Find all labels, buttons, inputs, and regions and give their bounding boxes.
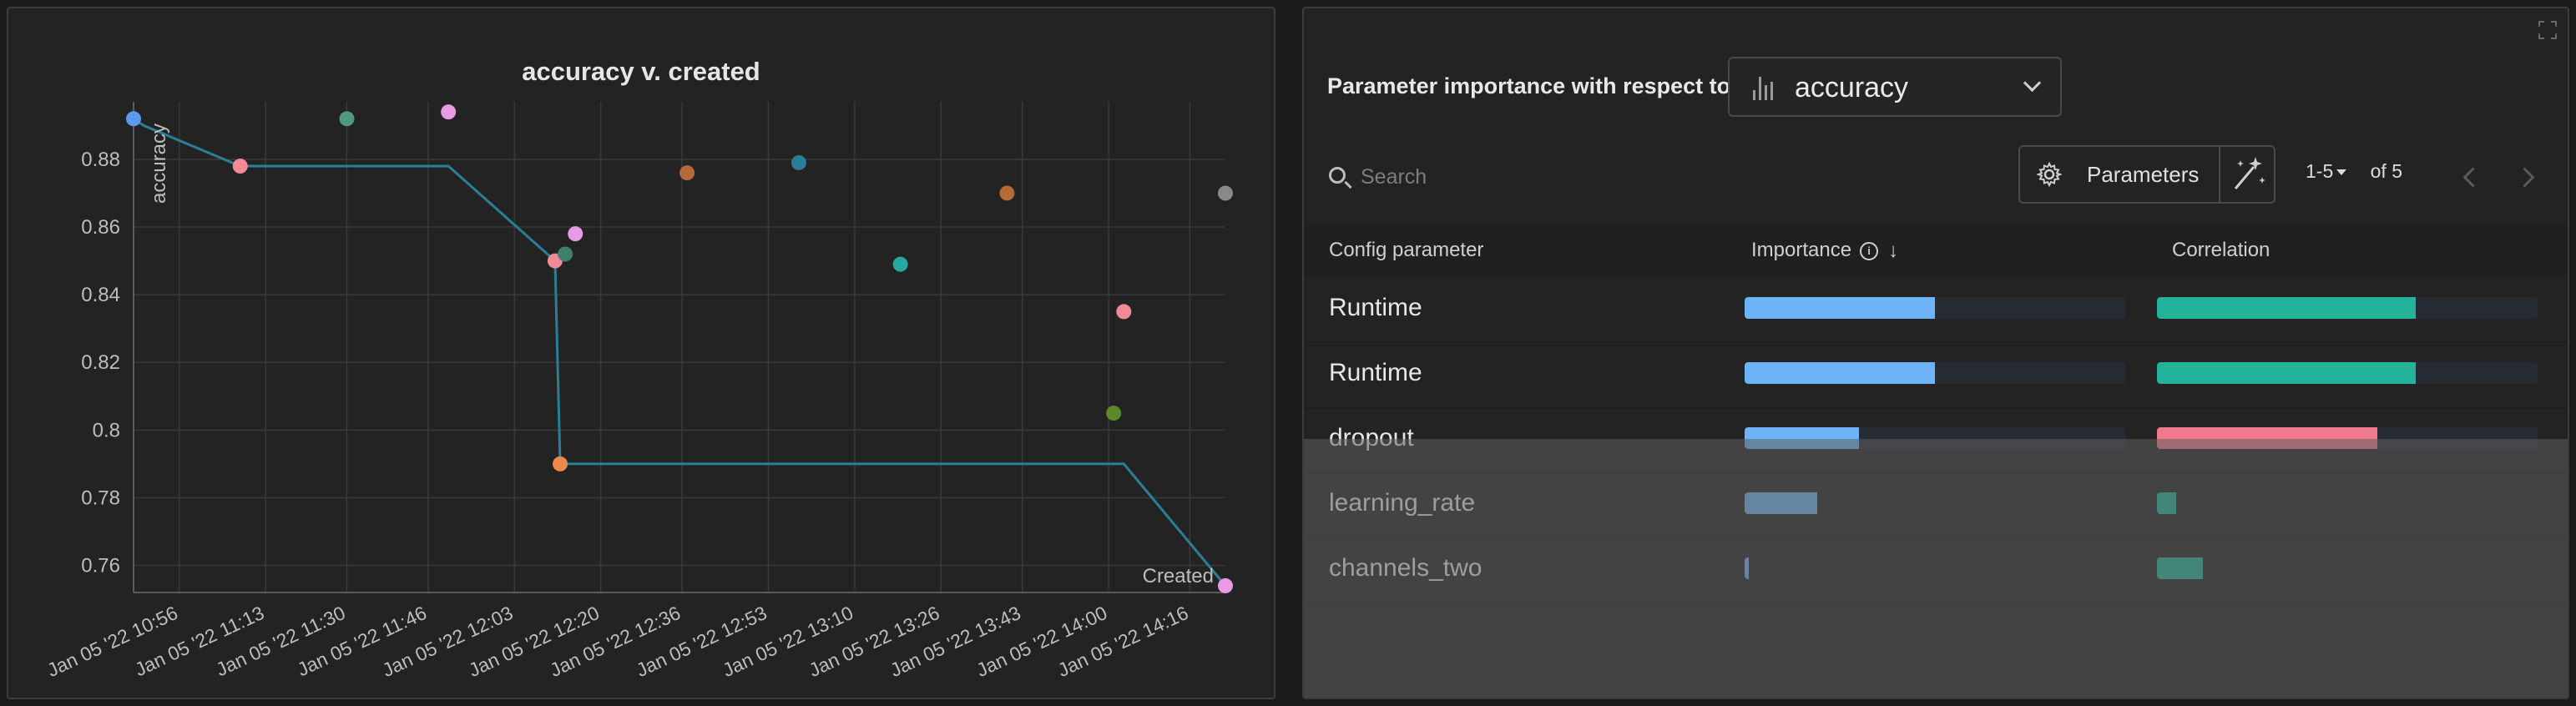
correlation-bar — [2157, 557, 2203, 579]
y-tick-label: 0.84 — [81, 284, 120, 306]
column-header-correlation[interactable]: Correlation — [2172, 239, 2270, 262]
metric-select[interactable]: accuracy — [1728, 57, 2062, 117]
column-header-importance[interactable]: Importance i ↓ — [1751, 239, 1898, 263]
data-point[interactable] — [1218, 185, 1233, 201]
chevron-down-icon — [2023, 73, 2042, 93]
y-tick-label: 0.76 — [81, 555, 120, 577]
table-header: Config parameter Importance i ↓ Correlatio… — [1304, 222, 2568, 277]
importance-bar-track — [1745, 427, 2125, 449]
data-point[interactable] — [1116, 304, 1132, 320]
importance-bar — [1745, 297, 1935, 319]
importance-bar-track — [1745, 557, 2125, 579]
correlation-bar — [2157, 362, 2417, 384]
page-size-select[interactable]: 1-5 — [2306, 160, 2347, 182]
data-point[interactable] — [126, 111, 141, 127]
correlation-bar-track — [2157, 362, 2538, 384]
parameter-name: Runtime — [1329, 359, 1422, 386]
best-accuracy-line — [133, 118, 1227, 587]
x-axis-label: Created — [1143, 565, 1214, 587]
correlation-bar — [2157, 297, 2417, 319]
parameter-name: dropout — [1329, 424, 1414, 451]
table-row: dropout — [1304, 407, 2568, 473]
data-point[interactable] — [1218, 577, 1233, 593]
table-row: channels_two — [1304, 537, 2568, 603]
correlation-bar — [2157, 427, 2378, 449]
data-point[interactable] — [441, 104, 457, 120]
importance-bar-track — [1745, 492, 2125, 514]
expand-icon[interactable] — [2538, 20, 2558, 40]
pagination: 1-5 of 5 — [2306, 160, 2402, 183]
chart-panel: accuracy v. created 0.76 0.78 0.8 0.82 0.84 0… — [7, 7, 1275, 699]
arrow-down-icon: ↓ — [1888, 239, 1899, 262]
next-page-icon[interactable] — [2514, 167, 2535, 188]
importance-bar — [1745, 427, 1859, 449]
importance-bar-track — [1745, 362, 2125, 384]
y-tick-label: 0.88 — [81, 149, 120, 171]
x-tick-labels: Jan 05 '22 10:56Jan 05 '22 11:13Jan 05 '… — [43, 602, 1191, 681]
page-range: 1-5 — [2306, 160, 2334, 182]
parameters-button-label: Parameters — [2087, 162, 2200, 187]
data-points[interactable] — [126, 104, 1233, 593]
correlation-bar — [2157, 492, 2176, 514]
y-tick-label: 0.8 — [93, 419, 120, 441]
table-row: Runtime — [1304, 277, 2568, 343]
parameter-name: learning_rate — [1329, 489, 1476, 517]
y-axis-label: accuracy — [148, 124, 170, 204]
prev-page-icon[interactable] — [2462, 167, 2483, 188]
chart-title: accuracy v. created — [522, 57, 760, 86]
caret-down-icon — [2336, 169, 2347, 176]
magic-wand-icon — [2234, 157, 2265, 189]
metric-select-value: accuracy — [1795, 72, 1909, 103]
y-tick-label: 0.86 — [81, 216, 120, 239]
data-point[interactable] — [339, 111, 355, 127]
data-point[interactable] — [553, 456, 568, 472]
column-header-parameter[interactable]: Config parameter — [1329, 239, 1483, 262]
correlation-bar-track — [2157, 557, 2538, 579]
y-tick-labels: 0.76 0.78 0.8 0.82 0.84 0.86 0.88 — [81, 149, 120, 577]
importance-header-label: Importance — [1751, 239, 1852, 261]
parameter-importance-panel: Parameter importance with respect to acc… — [1302, 7, 2569, 699]
gear-icon — [2037, 162, 2062, 187]
correlation-bar-track — [2157, 297, 2538, 319]
data-point[interactable] — [232, 159, 248, 174]
search-icon — [1329, 167, 1346, 184]
axes — [133, 102, 1225, 593]
page-total: of 5 — [2370, 160, 2403, 182]
importance-header-label: Parameter importance with respect to — [1327, 73, 1731, 98]
bar-chart-icon — [1753, 77, 1773, 100]
magic-wand-button[interactable] — [2220, 147, 2274, 202]
search-input[interactable] — [1359, 162, 1780, 192]
parameter-name: Runtime — [1329, 294, 1422, 321]
table-row: Runtime — [1304, 342, 2568, 408]
grid-lines — [134, 102, 1225, 593]
table-row: learning_rate — [1304, 472, 2568, 538]
importance-bar — [1745, 492, 1817, 514]
info-icon[interactable]: i — [1860, 241, 1879, 260]
data-point[interactable] — [1106, 406, 1122, 421]
data-point[interactable] — [999, 185, 1015, 201]
parameter-name: channels_two — [1329, 554, 1482, 582]
data-point[interactable] — [892, 256, 908, 272]
accuracy-scatter-chart: accuracy v. created 0.760.780.80.820.840… — [43, 57, 1233, 681]
parameters-button-group: Parameters — [2018, 145, 2275, 204]
importance-bar — [1745, 362, 1935, 384]
y-tick-label: 0.82 — [81, 351, 120, 374]
data-point[interactable] — [558, 246, 573, 262]
importance-bar — [1745, 557, 1749, 579]
best-line — [133, 118, 1227, 587]
data-point[interactable] — [679, 165, 695, 181]
parameters-button[interactable]: Parameters — [2020, 147, 2220, 202]
y-tick-label: 0.78 — [81, 487, 120, 509]
correlation-bar-track — [2157, 492, 2538, 514]
data-point[interactable] — [568, 226, 583, 242]
correlation-bar-track — [2157, 427, 2538, 449]
importance-bar-track — [1745, 297, 2125, 319]
data-point[interactable] — [790, 154, 806, 170]
